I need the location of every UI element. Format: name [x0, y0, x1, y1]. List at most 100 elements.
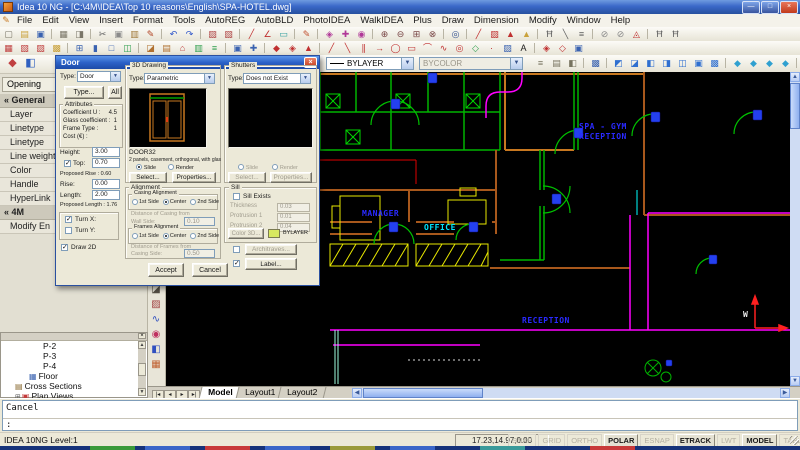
layer-manager-icon[interactable]: ≡: [533, 57, 548, 69]
iso-nw-icon[interactable]: ◆: [778, 57, 793, 69]
tree-item-cross-sections[interactable]: ▤Cross Sections: [1, 381, 147, 391]
circle-icon[interactable]: ◯: [388, 42, 403, 54]
autoreg-tool-icon[interactable]: ◉: [148, 328, 164, 342]
cut-icon[interactable]: ✂: [95, 28, 110, 40]
menu-edit[interactable]: Edit: [37, 14, 63, 27]
menu-modify[interactable]: Modify: [524, 14, 562, 27]
minimize-button[interactable]: —: [742, 1, 760, 14]
rectangle-icon[interactable]: ▭: [404, 42, 419, 54]
leader-icon[interactable]: →: [372, 42, 387, 54]
menu-draw[interactable]: Draw: [437, 14, 469, 27]
tree-item-p-3[interactable]: P-3: [1, 351, 147, 361]
menu-autoreg[interactable]: AutoREG: [200, 14, 250, 27]
view-3d-icon[interactable]: ▩: [707, 57, 722, 69]
tree-item-p-4[interactable]: P-4: [1, 361, 147, 371]
scroll-right-icon[interactable]: ▶: [780, 388, 790, 398]
properties-button[interactable]: Properties...: [172, 172, 216, 183]
sill-input[interactable]: 0.01: [277, 213, 310, 222]
sill-exists-checkbox[interactable]: [233, 193, 240, 200]
move-entity-icon[interactable]: ✚: [246, 42, 261, 54]
attach-icon[interactable]: ▣: [571, 42, 586, 54]
frame-h-icon[interactable]: Ħ: [652, 28, 667, 40]
render-radio[interactable]: [168, 164, 174, 170]
view-bottom-icon[interactable]: ◪: [627, 57, 642, 69]
menu-file[interactable]: File: [12, 14, 37, 27]
no-plot-icon[interactable]: ⊘: [597, 28, 612, 40]
scroll-left-icon[interactable]: ◀: [352, 388, 362, 398]
radio-icon[interactable]: [190, 233, 196, 239]
window-icon[interactable]: ◫: [120, 42, 135, 54]
slope-icon[interactable]: ╲: [558, 28, 573, 40]
menu-format[interactable]: Format: [128, 14, 168, 27]
layer-states-icon[interactable]: ▤: [549, 57, 564, 69]
multiline-icon[interactable]: ∥: [356, 42, 371, 54]
resize-grip[interactable]: [790, 436, 799, 445]
copy-icon[interactable]: ▣: [111, 28, 126, 40]
radio-icon[interactable]: [190, 199, 196, 205]
etransmit-icon[interactable]: ▨: [205, 28, 220, 40]
opening-icon[interactable]: □: [104, 42, 119, 54]
render-icon[interactable]: ▩: [588, 57, 603, 69]
wall-delete-icon[interactable]: ▨: [33, 42, 48, 54]
3d-type-combo[interactable]: Parametric▼: [144, 73, 215, 84]
hatch-red-icon[interactable]: ▨: [487, 28, 502, 40]
library-icon[interactable]: ◆: [269, 42, 284, 54]
column-icon[interactable]: ▮: [88, 42, 103, 54]
zoom-extents-icon[interactable]: ⊗: [425, 28, 440, 40]
draw-2d-checkbox[interactable]: [61, 244, 68, 251]
redo-icon[interactable]: ↷: [182, 28, 197, 40]
wall-trim-icon[interactable]: ▩: [49, 42, 64, 54]
sketch-icon[interactable]: ✎: [299, 28, 314, 40]
menu-help[interactable]: Help: [606, 14, 636, 27]
erase-icon[interactable]: ▭: [276, 28, 291, 40]
shutters-type-combo[interactable]: Does not Exist▼: [243, 73, 311, 84]
chevron-down-icon[interactable]: ▼: [204, 74, 214, 83]
view-back-icon[interactable]: ▣: [691, 57, 706, 69]
plus-tool-icon[interactable]: ◧: [148, 343, 164, 357]
hatch-icon[interactable]: ▨: [500, 42, 515, 54]
radio-icon[interactable]: [163, 199, 169, 205]
autobld-tool-icon[interactable]: ∿: [148, 313, 164, 327]
height-input[interactable]: 3.00: [92, 147, 120, 157]
linetype-combo[interactable]: BYLAYER ▼: [326, 57, 414, 70]
menu-window[interactable]: Window: [562, 14, 606, 27]
type-button[interactable]: Type...: [64, 86, 104, 99]
layers-tool-icon[interactable]: ▦: [148, 358, 164, 372]
triangle-warn-icon[interactable]: ▲: [519, 28, 534, 40]
maximize-button[interactable]: □: [761, 1, 779, 14]
tracking-icon[interactable]: ✚: [338, 28, 353, 40]
grid-icon[interactable]: ⊞: [72, 42, 87, 54]
command-prompt[interactable]: :: [3, 419, 797, 431]
no-view-icon[interactable]: ⊘: [613, 28, 628, 40]
print-preview-icon[interactable]: ◨: [72, 28, 87, 40]
iso-ne-icon[interactable]: ◆: [762, 57, 777, 69]
length-input[interactable]: 2.00: [92, 190, 120, 200]
label-button[interactable]: Label...: [245, 258, 297, 270]
turn-y-checkbox[interactable]: [65, 227, 72, 234]
copy-entity-icon[interactable]: ▣: [230, 42, 245, 54]
line-edit-icon[interactable]: ╱: [244, 28, 259, 40]
triangle-tool-icon[interactable]: ◬: [629, 28, 644, 40]
select-button[interactable]: Select...: [129, 172, 167, 183]
wall-side-input[interactable]: 0.10: [184, 217, 215, 226]
menu-dimension[interactable]: Dimension: [469, 14, 524, 27]
view-right-icon[interactable]: ◨: [659, 57, 674, 69]
accept-button[interactable]: Accept: [148, 263, 184, 277]
menu-view[interactable]: View: [64, 14, 94, 27]
menu-photoidea[interactable]: PhotoIDEA: [298, 14, 355, 27]
top-checkbox[interactable]: [64, 160, 71, 167]
scroll-down-icon[interactable]: ▼: [138, 388, 146, 396]
canvas-vertical-scrollbar[interactable]: ▲ ▼: [790, 72, 800, 386]
zoom-realtime-icon[interactable]: ⊕: [377, 28, 392, 40]
menu-tools[interactable]: Tools: [168, 14, 200, 27]
text-icon[interactable]: A: [516, 42, 531, 54]
zoom-previous-icon[interactable]: ⊖: [393, 28, 408, 40]
radio-option-center[interactable]: Center: [163, 199, 187, 205]
radio-option-1st-side[interactable]: 1st Side: [132, 233, 159, 239]
iso-sw-icon[interactable]: ◆: [730, 57, 745, 69]
view-front-icon[interactable]: ◫: [675, 57, 690, 69]
cancel-button[interactable]: Cancel: [192, 263, 228, 277]
scrollbar-thumb[interactable]: [138, 363, 146, 376]
zoom-window-icon[interactable]: ⊞: [409, 28, 424, 40]
tree-item-floor[interactable]: ▦Floor: [1, 371, 147, 381]
